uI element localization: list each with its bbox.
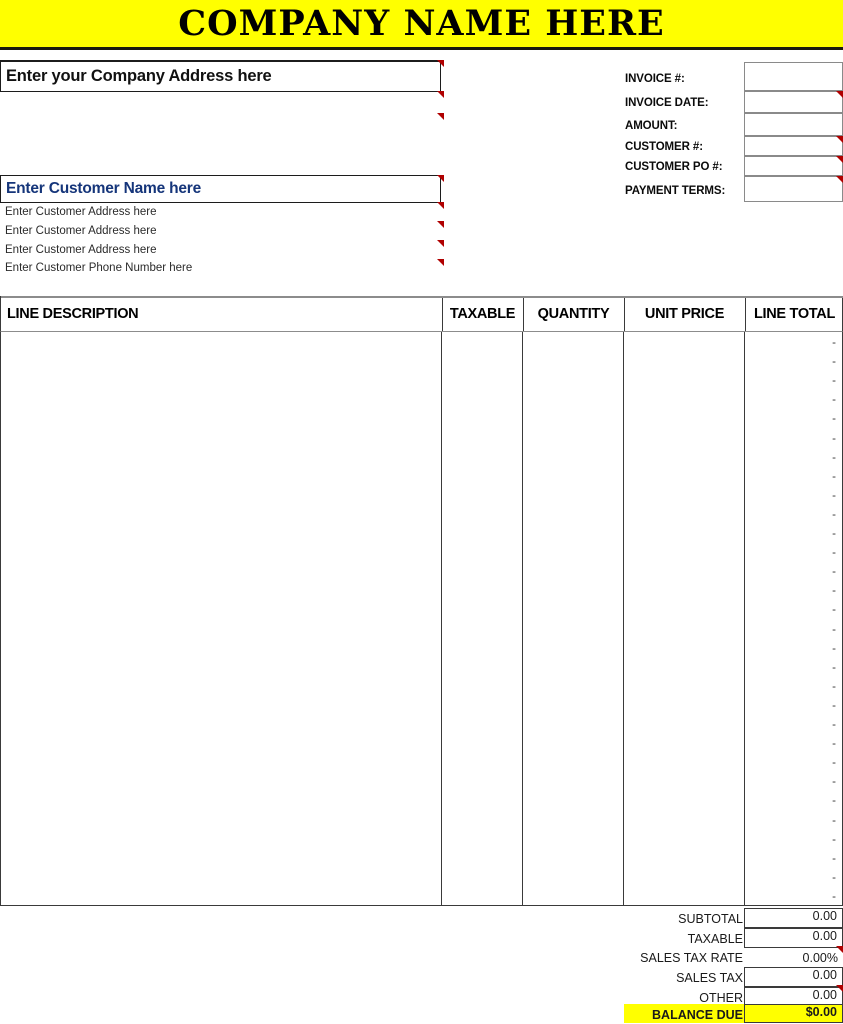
meta-label-customer-po: CUSTOMER PO #:: [625, 161, 723, 173]
meta-label-invoice-number: INVOICE #:: [625, 73, 685, 85]
total-value-taxable[interactable]: 0.00: [744, 928, 843, 948]
meta-input-customer-po[interactable]: [744, 156, 843, 176]
meta-input-customer-number[interactable]: [744, 136, 843, 156]
total-label-other: OTHER: [699, 991, 743, 1005]
meta-input-invoice-date[interactable]: [744, 91, 843, 113]
company-address-placeholder: Enter your Company Address here: [6, 67, 272, 85]
line-total-empty-marker: -: [832, 738, 836, 751]
column-header-quantity[interactable]: QUANTITY: [523, 298, 624, 331]
invoice-document: COMPANY NAME HERE Enter your Company Add…: [0, 0, 843, 1024]
comment-marker-icon: [437, 240, 444, 247]
comment-marker-icon: [437, 259, 444, 266]
company-address-field[interactable]: Enter your Company Address here: [0, 60, 441, 92]
meta-label-amount: AMOUNT:: [625, 120, 678, 132]
comment-marker-icon: [836, 985, 843, 992]
comment-marker-icon: [437, 113, 444, 120]
line-total-empty-marker: -: [832, 680, 836, 693]
line-total-empty-marker: -: [832, 719, 836, 731]
line-total-empty-marker: -: [832, 585, 836, 598]
meta-label-payment-terms: PAYMENT TERMS:: [625, 185, 726, 197]
line-total-empty-marker: -: [832, 337, 836, 349]
column-header-unit-price[interactable]: UNIT PRICE: [624, 298, 745, 331]
line-total-empty-marker: -: [832, 394, 836, 407]
customer-name-placeholder: Enter Customer Name here: [6, 180, 202, 197]
column-divider: [745, 298, 746, 331]
comment-marker-icon: [437, 202, 444, 209]
line-total-empty-marker: -: [832, 776, 836, 789]
total-value-sales-tax[interactable]: 0.00: [744, 967, 843, 987]
comment-marker-icon: [437, 60, 444, 67]
total-label-balance-due: BALANCE DUE: [652, 1008, 743, 1022]
line-total-empty-marker: -: [832, 528, 836, 540]
line-total-empty-marker: -: [832, 795, 836, 808]
column-divider: [442, 298, 443, 331]
line-total-empty-marker: -: [832, 489, 836, 502]
company-name-title[interactable]: COMPANY NAME HERE: [0, 1, 843, 46]
line-total-empty-marker: -: [832, 852, 836, 865]
meta-label-customer-number: CUSTOMER #:: [625, 141, 703, 153]
customer-name-field[interactable]: Enter Customer Name here: [0, 175, 441, 203]
line-total-empty-marker: -: [832, 699, 836, 712]
comment-marker-icon: [836, 156, 843, 163]
table-header-row: LINE DESCRIPTION TAXABLE QUANTITY UNIT P…: [0, 298, 843, 332]
total-label-subtotal: SUBTOTAL: [678, 912, 743, 926]
column-divider: [624, 298, 625, 331]
customer-address-line[interactable]: Enter Customer Address here: [5, 244, 157, 256]
meta-input-amount[interactable]: [744, 113, 843, 136]
line-total-empty-marker: -: [832, 871, 836, 884]
column-header-taxable[interactable]: TAXABLE: [442, 298, 523, 331]
total-value-subtotal[interactable]: 0.00: [744, 908, 843, 928]
line-total-empty-marker: -: [832, 757, 836, 770]
total-label-taxable: TAXABLE: [687, 932, 743, 946]
line-total-empty-marker: -: [832, 623, 836, 636]
line-total-empty-marker: -: [832, 508, 836, 521]
line-total-empty-marker: -: [832, 356, 836, 369]
column-divider: [623, 332, 624, 905]
comment-marker-icon: [437, 221, 444, 228]
column-divider: [523, 298, 524, 331]
line-total-empty-marker: -: [832, 566, 836, 579]
comment-marker-icon: [836, 136, 843, 143]
total-value-balance-due[interactable]: $0.00: [744, 1004, 843, 1023]
line-total-empty-marker: -: [832, 604, 836, 617]
customer-phone-line[interactable]: Enter Customer Phone Number here: [5, 262, 192, 274]
line-total-empty-marker: -: [832, 833, 836, 846]
customer-address-line[interactable]: Enter Customer Address here: [5, 225, 157, 237]
line-total-empty-marker: -: [832, 547, 836, 560]
column-divider: [522, 332, 523, 905]
table-body[interactable]: - - - - - - - - - - - - - - - - - - - - - - - - - - - - - -: [0, 332, 843, 906]
comment-marker-icon: [836, 176, 843, 183]
column-header-line-total[interactable]: LINE TOTAL: [745, 298, 843, 331]
meta-label-invoice-date: INVOICE DATE:: [625, 97, 709, 109]
meta-input-payment-terms[interactable]: [744, 176, 843, 202]
comment-marker-icon: [437, 91, 444, 98]
comment-marker-icon: [836, 91, 843, 98]
line-total-empty-marker: -: [832, 432, 836, 445]
customer-address-line[interactable]: Enter Customer Address here: [5, 206, 157, 218]
total-label-sales-tax: SALES TAX: [676, 971, 743, 985]
line-total-empty-marker: -: [832, 413, 836, 426]
line-total-empty-marker: -: [832, 375, 836, 388]
comment-marker-icon: [437, 175, 444, 182]
line-total-empty-marker: -: [832, 642, 836, 655]
column-divider: [744, 332, 745, 905]
column-header-line-description[interactable]: LINE DESCRIPTION: [7, 298, 437, 331]
line-total-empty-marker: -: [832, 451, 836, 464]
total-label-sales-tax-rate: SALES TAX RATE: [640, 951, 743, 965]
meta-input-invoice-number[interactable]: [744, 62, 843, 91]
line-total-empty-marker: -: [832, 814, 836, 827]
line-total-empty-marker: -: [832, 661, 836, 674]
comment-marker-icon: [836, 946, 843, 953]
line-total-empty-marker: -: [832, 470, 836, 483]
column-divider: [441, 332, 442, 905]
line-total-empty-marker: -: [832, 890, 836, 903]
